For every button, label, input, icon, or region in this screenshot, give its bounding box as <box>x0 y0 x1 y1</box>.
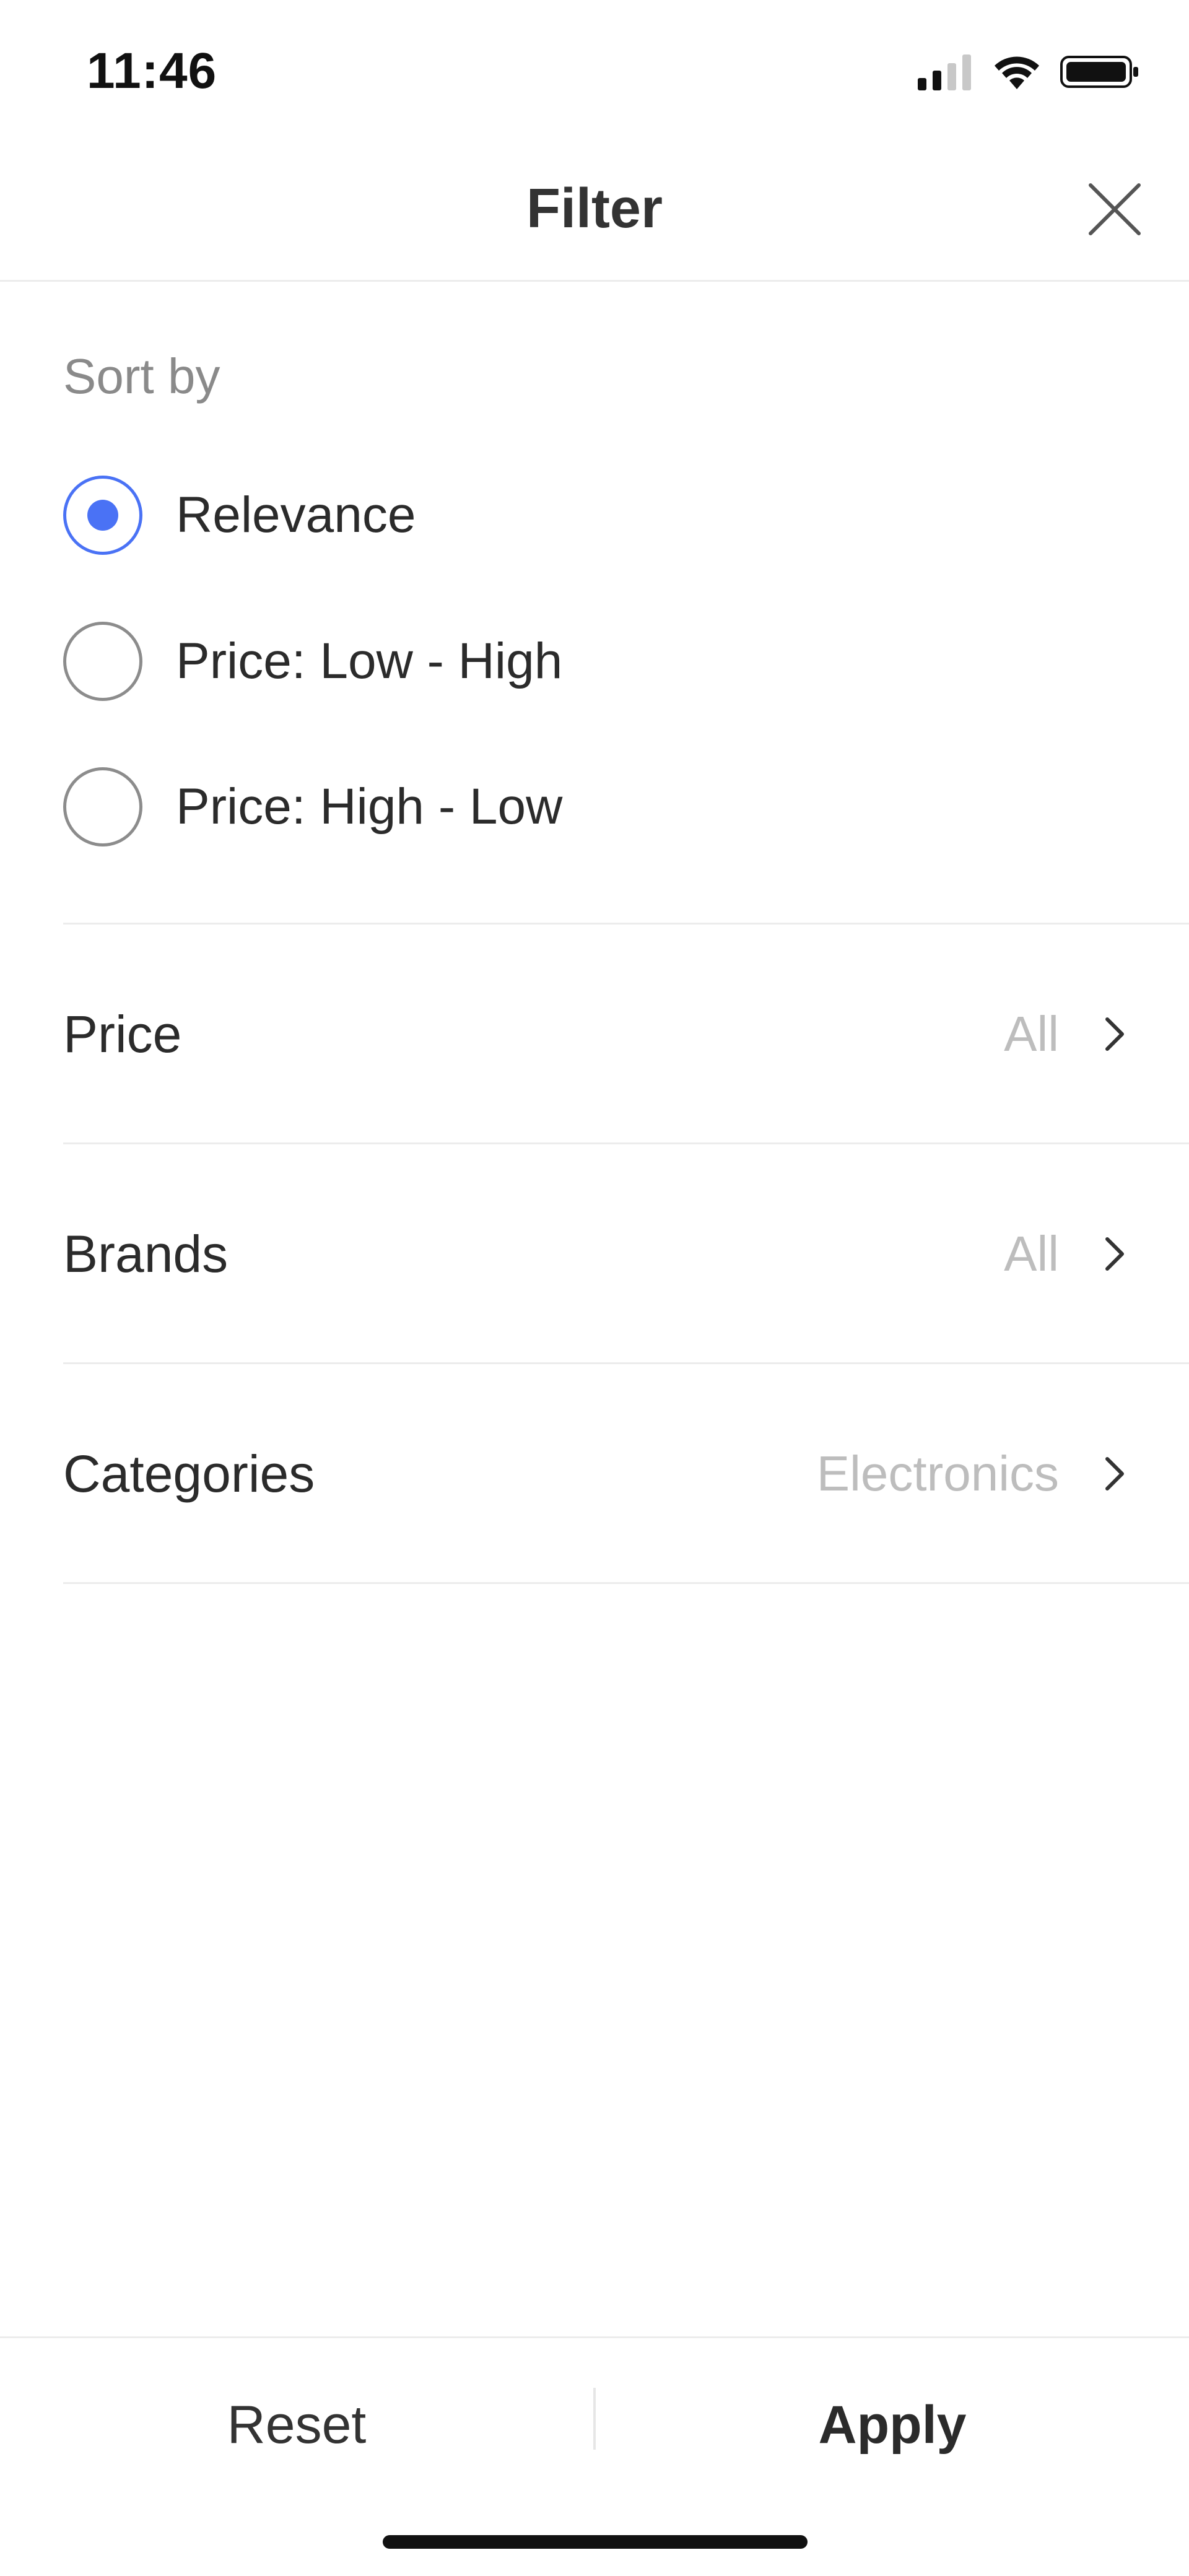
filter-value: Electronics <box>816 1446 1059 1501</box>
radio-unselected-icon[interactable] <box>63 622 142 701</box>
sort-option-price-low-high[interactable]: Price: Low - High <box>63 618 562 705</box>
chevron-right-icon <box>1102 1455 1127 1492</box>
filter-row-price[interactable]: Price All <box>63 991 1127 1077</box>
sort-option-price-high-low[interactable]: Price: High - Low <box>63 764 562 850</box>
filter-value: All <box>1004 1006 1059 1061</box>
status-bar: 11:46 <box>0 0 1189 142</box>
sort-option-label: Price: High - Low <box>176 778 563 835</box>
close-icon <box>1088 183 1141 239</box>
filter-label: Brands <box>63 1224 229 1283</box>
radio-selected-icon[interactable] <box>63 476 142 555</box>
radio-dot <box>87 500 118 531</box>
chevron-right-icon <box>1102 1235 1127 1273</box>
sort-option-relevance[interactable]: Relevance <box>63 472 416 559</box>
filter-value: All <box>1004 1226 1059 1281</box>
close-button[interactable] <box>1084 180 1146 242</box>
status-time: 11:46 <box>87 43 217 99</box>
divider <box>63 1582 1189 1584</box>
wifi-icon <box>992 53 1042 94</box>
battery-icon <box>1060 53 1139 94</box>
filter-row-brands[interactable]: Brands All <box>63 1211 1127 1297</box>
radio-unselected-icon[interactable] <box>63 767 142 846</box>
filter-row-categories[interactable]: Categories Electronics <box>63 1430 1127 1517</box>
page-title: Filter <box>526 178 663 240</box>
header: Filter <box>0 142 1189 282</box>
chevron-right-icon <box>1102 1016 1127 1053</box>
divider <box>63 1142 1189 1144</box>
apply-button[interactable]: Apply <box>596 2375 1189 2474</box>
bottom-action-bar: Reset Apply <box>0 2336 1189 2576</box>
filter-label: Price <box>63 1004 182 1063</box>
status-icons <box>918 54 1139 92</box>
home-indicator[interactable] <box>383 2535 808 2549</box>
sort-option-label: Relevance <box>176 487 416 543</box>
signal-icon <box>918 53 973 94</box>
reset-button[interactable]: Reset <box>0 2375 593 2474</box>
divider <box>63 1362 1189 1364</box>
sort-by-label: Sort by <box>63 349 220 404</box>
filter-label: Categories <box>63 1444 315 1503</box>
divider <box>63 923 1189 925</box>
sort-option-label: Price: Low - High <box>176 633 563 689</box>
